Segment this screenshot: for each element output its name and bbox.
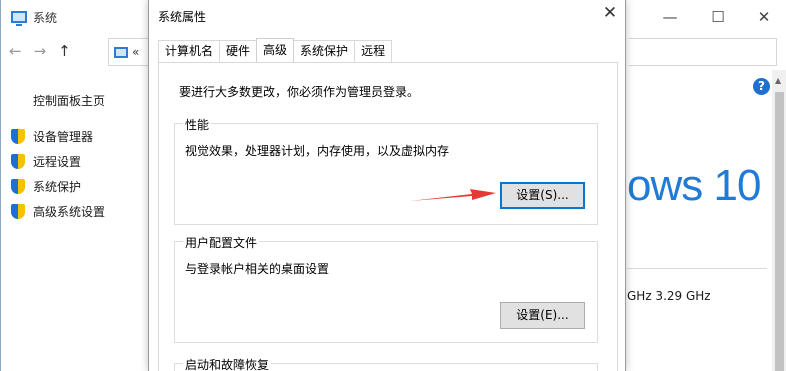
shield-icon xyxy=(11,178,25,195)
breadcrumb-overflow-icon[interactable]: « xyxy=(132,45,139,59)
group-legend: 性能 xyxy=(183,116,212,133)
sidebar-item-label: 高级系统设置 xyxy=(33,205,106,219)
user-profiles-settings-button[interactable]: 设置(E)... xyxy=(500,302,585,329)
help-icon[interactable]: ? xyxy=(753,78,770,95)
shield-icon xyxy=(11,153,25,170)
sidebar-item-device-manager[interactable]: 设备管理器 xyxy=(11,124,105,149)
divider xyxy=(627,268,767,269)
annotation-arrow-icon xyxy=(410,189,496,201)
tab-remote[interactable]: 远程 xyxy=(354,40,393,62)
forward-icon[interactable]: → xyxy=(34,42,47,60)
sidebar-item-label: 系统保护 xyxy=(33,180,82,194)
system-window-titlebar: 系统 xyxy=(11,8,57,26)
tab-system-protection[interactable]: 系统保护 xyxy=(293,40,356,62)
navigation-bar: ← → ↑ xyxy=(9,42,71,60)
sidebar-item-label: 设备管理器 xyxy=(33,130,94,144)
performance-settings-button[interactable]: 设置(S)... xyxy=(500,182,585,209)
maximize-button[interactable]: ☐ xyxy=(695,4,741,30)
control-panel-home-link[interactable]: 控制面板主页 xyxy=(33,92,105,109)
tab-advanced[interactable]: 高级 xyxy=(256,38,295,62)
user-profiles-group: 用户配置文件 与登录帐户相关的桌面设置 设置(E)... xyxy=(174,234,598,343)
startup-recovery-group: 启动和故障恢复 xyxy=(174,356,598,371)
windows-10-logo-text: ows 10 xyxy=(627,161,761,210)
group-legend: 启动和故障恢复 xyxy=(183,356,272,371)
group-description: 视觉效果，处理器计划，内存使用，以及虚拟内存 xyxy=(185,144,450,158)
sidebar-item-system-protection[interactable]: 系统保护 xyxy=(11,174,105,199)
group-legend: 用户配置文件 xyxy=(183,234,260,251)
sidebar-item-label: 远程设置 xyxy=(33,155,82,169)
tab-bar: 计算机名 硬件 高级 系统保护 远程 xyxy=(158,38,393,62)
performance-group: 性能 视觉效果，处理器计划，内存使用，以及虚拟内存 设置(S)... xyxy=(174,116,598,225)
scroll-up-icon[interactable]: ▲ xyxy=(775,76,781,85)
back-icon[interactable]: ← xyxy=(9,42,22,60)
sidebar-item-advanced-settings[interactable]: 高级系统设置 xyxy=(11,199,105,224)
computer-icon xyxy=(114,46,128,58)
address-bar-right[interactable] xyxy=(629,38,777,66)
sidebar-item-remote-settings[interactable]: 远程设置 xyxy=(11,149,105,174)
system-properties-dialog: 系统属性 ✕ 计算机名 硬件 高级 系统保护 远程 要进行大多数更改，你必须作为… xyxy=(148,0,626,371)
sidebar: 设备管理器 远程设置 系统保护 高级系统设置 xyxy=(11,124,105,224)
computer-icon xyxy=(11,11,27,26)
close-button[interactable]: ✕ xyxy=(741,4,786,30)
dialog-title: 系统属性 xyxy=(158,10,207,24)
tab-hardware[interactable]: 硬件 xyxy=(219,40,258,62)
advanced-tab-panel: 要进行大多数更改，你必须作为管理员登录。 性能 视觉效果，处理器计划，内存使用，… xyxy=(158,62,618,371)
vertical-scrollbar[interactable]: ▲ xyxy=(772,70,786,371)
system-window-title: 系统 xyxy=(33,10,58,25)
dialog-close-button[interactable]: ✕ xyxy=(599,3,621,23)
scrollbar-thumb[interactable] xyxy=(775,92,784,371)
minimize-button[interactable]: — xyxy=(647,4,693,30)
up-icon[interactable]: ↑ xyxy=(58,42,71,60)
admin-notice: 要进行大多数更改，你必须作为管理员登录。 xyxy=(179,85,420,99)
shield-icon xyxy=(11,203,25,220)
shield-icon xyxy=(11,128,25,145)
processor-speed: GHz 3.29 GHz xyxy=(627,289,711,303)
tab-computer-name[interactable]: 计算机名 xyxy=(158,40,221,62)
group-description: 与登录帐户相关的桌面设置 xyxy=(185,262,330,276)
